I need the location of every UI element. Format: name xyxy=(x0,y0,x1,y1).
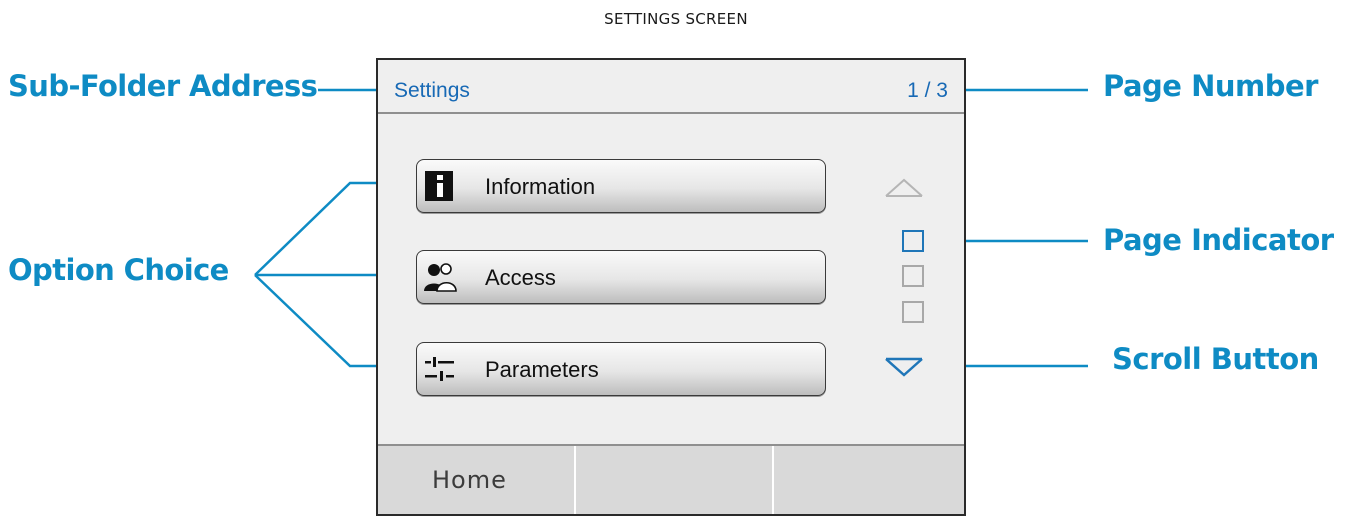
page-number: 1 / 3 xyxy=(907,79,948,102)
screen-header: Settings 1 / 3 xyxy=(378,60,964,114)
users-icon xyxy=(424,263,457,292)
information-label: Information xyxy=(485,174,596,199)
parameters-label: Parameters xyxy=(485,357,599,382)
information-button[interactable]: Information xyxy=(416,159,826,213)
access-button[interactable]: Access xyxy=(416,250,826,304)
sliders-icon xyxy=(425,357,454,381)
footer-slot-empty-1[interactable] xyxy=(574,446,770,514)
callout-page-number: Page Number xyxy=(1103,69,1318,103)
home-button[interactable]: Home xyxy=(378,446,574,514)
settings-screen: Settings 1 / 3 Information Access Parame… xyxy=(376,58,966,516)
scroll-up-icon[interactable] xyxy=(883,170,925,200)
access-label: Access xyxy=(485,265,556,290)
page-indicator-1 xyxy=(902,230,924,252)
page-indicator-3 xyxy=(902,301,924,323)
parameters-button[interactable]: Parameters xyxy=(416,342,826,396)
page-indicator-2 xyxy=(902,265,924,287)
footer-slot-empty-2[interactable] xyxy=(772,446,964,514)
sub-folder-address: Settings xyxy=(394,79,470,102)
callout-scroll-button: Scroll Button xyxy=(1112,342,1319,376)
scroll-down-icon[interactable] xyxy=(883,353,925,383)
info-icon xyxy=(425,171,453,201)
screen-footer: Home xyxy=(378,444,964,514)
home-label: Home xyxy=(432,466,507,494)
callout-sub-folder-address: Sub-Folder Address xyxy=(8,69,318,103)
callout-option-choice: Option Choice xyxy=(8,253,229,287)
callout-page-indicator: Page Indicator xyxy=(1103,223,1334,257)
